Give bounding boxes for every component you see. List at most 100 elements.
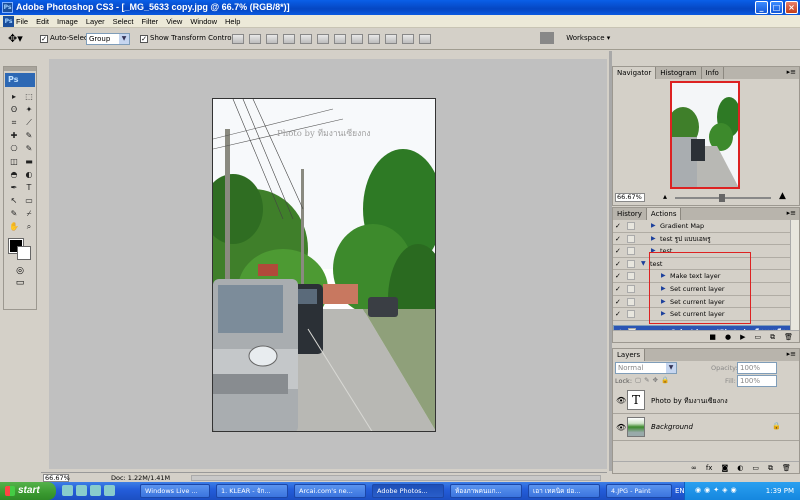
shape-icon[interactable]: ▭	[22, 195, 36, 207]
quick-launch-icon[interactable]	[90, 485, 101, 496]
align-vcenter-icon[interactable]	[249, 34, 261, 44]
lock-icons[interactable]: ▢✎✥🔒	[635, 376, 672, 384]
crop-icon[interactable]: ⌗	[7, 117, 21, 129]
link-layers-icon[interactable]: ∞	[691, 464, 697, 473]
taskbar-item[interactable]: Arcai.com's ne...	[294, 484, 366, 498]
history-brush-icon[interactable]: ✎	[22, 143, 36, 155]
quick-launch-icon[interactable]	[104, 485, 115, 496]
navigator-zoom-thumb[interactable]	[719, 194, 725, 202]
tab-info[interactable]: Info	[702, 67, 724, 79]
record-icon[interactable]: ●	[725, 333, 731, 342]
taskbar-item[interactable]: เอา เทคนิค ย่อ...	[528, 484, 600, 498]
move-icon[interactable]: ▸	[7, 91, 21, 103]
quick-launch-icon[interactable]	[76, 485, 87, 496]
align-bottom-icon[interactable]	[266, 34, 278, 44]
quick-launch-ie-icon[interactable]	[62, 485, 73, 496]
zoom-in-icon[interactable]: ▲	[779, 191, 786, 201]
start-button[interactable]: start	[0, 482, 56, 500]
hand-icon[interactable]: ✋	[7, 221, 21, 233]
blur-icon[interactable]: ◓	[7, 169, 21, 181]
action-toggle-checkmark-icon[interactable]: ✓	[615, 247, 623, 255]
expand-right-icon[interactable]: ▶	[651, 233, 656, 245]
magic-wand-icon[interactable]: ✦	[22, 104, 36, 116]
tab-navigator[interactable]: Navigator	[613, 67, 657, 79]
menu-edit[interactable]: Edit	[36, 17, 49, 26]
menu-window[interactable]: Window	[190, 17, 217, 26]
tab-layers[interactable]: Layers	[613, 349, 646, 361]
action-toggle-checkmark-icon[interactable]: ✓	[615, 285, 623, 293]
distribute-bottom-icon[interactable]	[368, 34, 380, 44]
menu-help[interactable]: Help	[225, 17, 240, 26]
doc-size-info[interactable]: Doc: 1.22M/1.41M	[111, 474, 170, 482]
dialog-toggle-box[interactable]	[627, 259, 635, 268]
visibility-eye-icon[interactable]: 👁	[616, 423, 626, 432]
navigator-view-box[interactable]	[670, 81, 740, 189]
panel-menu-icon[interactable]: ▸≡	[787, 350, 796, 358]
quick-mask-icon[interactable]: ◎	[4, 265, 36, 277]
action-toggle-checkmark-icon[interactable]: ✓	[615, 272, 623, 280]
action-row[interactable]: ✓ ▶ test รูป แบบเอพรู	[613, 233, 791, 246]
menu-view[interactable]: View	[166, 17, 182, 26]
language-indicator[interactable]: EN	[675, 487, 685, 495]
action-row[interactable]: ✓ ▶ Gradient Map	[613, 220, 791, 233]
lasso-icon[interactable]: ʘ	[7, 104, 21, 116]
dialog-toggle-box[interactable]	[627, 297, 635, 306]
document-horizontal-scrollbar[interactable]	[191, 475, 601, 481]
layer-style-icon[interactable]: fx	[706, 464, 713, 473]
menu-file[interactable]: File	[16, 17, 28, 26]
taskbar-item[interactable]: 4.JPG - Paint	[606, 484, 672, 498]
dialog-toggle-box[interactable]	[627, 310, 635, 319]
menu-select[interactable]: Select	[113, 17, 134, 26]
visibility-eye-icon[interactable]: 👁	[616, 396, 626, 405]
maximize-button[interactable]: □	[770, 1, 783, 14]
blend-mode-dropdown[interactable]: Normal ▼	[615, 362, 677, 374]
gradient-icon[interactable]: ▬	[22, 156, 36, 168]
background-color-swatch[interactable]	[17, 246, 31, 260]
show-transform-checkbox[interactable]: ✓	[140, 35, 148, 43]
menu-layer[interactable]: Layer	[86, 17, 105, 26]
distribute-top-icon[interactable]	[334, 34, 346, 44]
dialog-toggle-box[interactable]	[627, 272, 635, 281]
brush-icon[interactable]: ✎	[22, 130, 36, 142]
panel-menu-icon[interactable]: ▸≡	[787, 209, 796, 217]
action-toggle-checkmark-icon[interactable]: ✓	[615, 310, 623, 318]
document-image[interactable]: Photo by ทีมงานเซียงกง	[212, 98, 436, 432]
menu-filter[interactable]: Filter	[142, 17, 159, 26]
zoom-icon[interactable]: ⌕	[22, 221, 36, 233]
distribute-vcenter-icon[interactable]	[351, 34, 363, 44]
align-left-icon[interactable]	[283, 34, 295, 44]
opacity-field[interactable]: 100%	[737, 362, 777, 374]
stop-icon[interactable]: ■	[709, 333, 716, 342]
eyedropper-icon[interactable]: ⌿	[22, 208, 36, 220]
menu-image[interactable]: Image	[57, 17, 78, 26]
align-hcenter-icon[interactable]	[300, 34, 312, 44]
navigator-zoom-field[interactable]: 66.67%	[615, 193, 645, 202]
expand-right-icon[interactable]: ▶	[651, 220, 656, 232]
distribute-left-icon[interactable]	[385, 34, 397, 44]
new-layer-icon[interactable]: ⧉	[768, 464, 773, 473]
taskbar-item-photoshop[interactable]: Adobe Photos...	[372, 484, 444, 498]
auto-select-dropdown[interactable]: Group ▼	[86, 33, 130, 45]
screen-mode-icon[interactable]: ▭	[4, 277, 36, 289]
zoom-field[interactable]: 66.67%	[43, 474, 70, 482]
eraser-icon[interactable]: ◫	[7, 156, 21, 168]
action-toggle-checkmark-icon[interactable]: ✓	[615, 222, 623, 230]
notes-icon[interactable]: ✎	[7, 208, 21, 220]
action-toggle-checkmark-icon[interactable]: ✓	[615, 260, 623, 268]
expand-down-icon[interactable]: ▼	[641, 258, 646, 270]
trash-icon[interactable]: 🗑	[782, 464, 791, 473]
dialog-toggle-box[interactable]	[627, 284, 635, 293]
tab-history[interactable]: History	[613, 208, 647, 220]
new-set-icon[interactable]: ▭	[754, 333, 761, 342]
auto-select-checkbox[interactable]: ✓	[40, 35, 48, 43]
action-toggle-checkmark-icon[interactable]: ✓	[615, 298, 623, 306]
pen-icon[interactable]: ✒	[7, 182, 21, 194]
move-tool-preset-icon[interactable]: ✥▾	[8, 33, 28, 45]
taskbar-item[interactable]: ห้องภาพคนแก...	[450, 484, 522, 498]
actions-scrollbar[interactable]	[790, 220, 799, 332]
slice-icon[interactable]: ⟋	[22, 117, 36, 129]
new-group-icon[interactable]: ▭	[752, 464, 759, 473]
layer-row-background[interactable]: 👁 Background 🔒	[613, 414, 799, 441]
align-right-icon[interactable]	[317, 34, 329, 44]
stamp-icon[interactable]: ⎔	[7, 143, 21, 155]
